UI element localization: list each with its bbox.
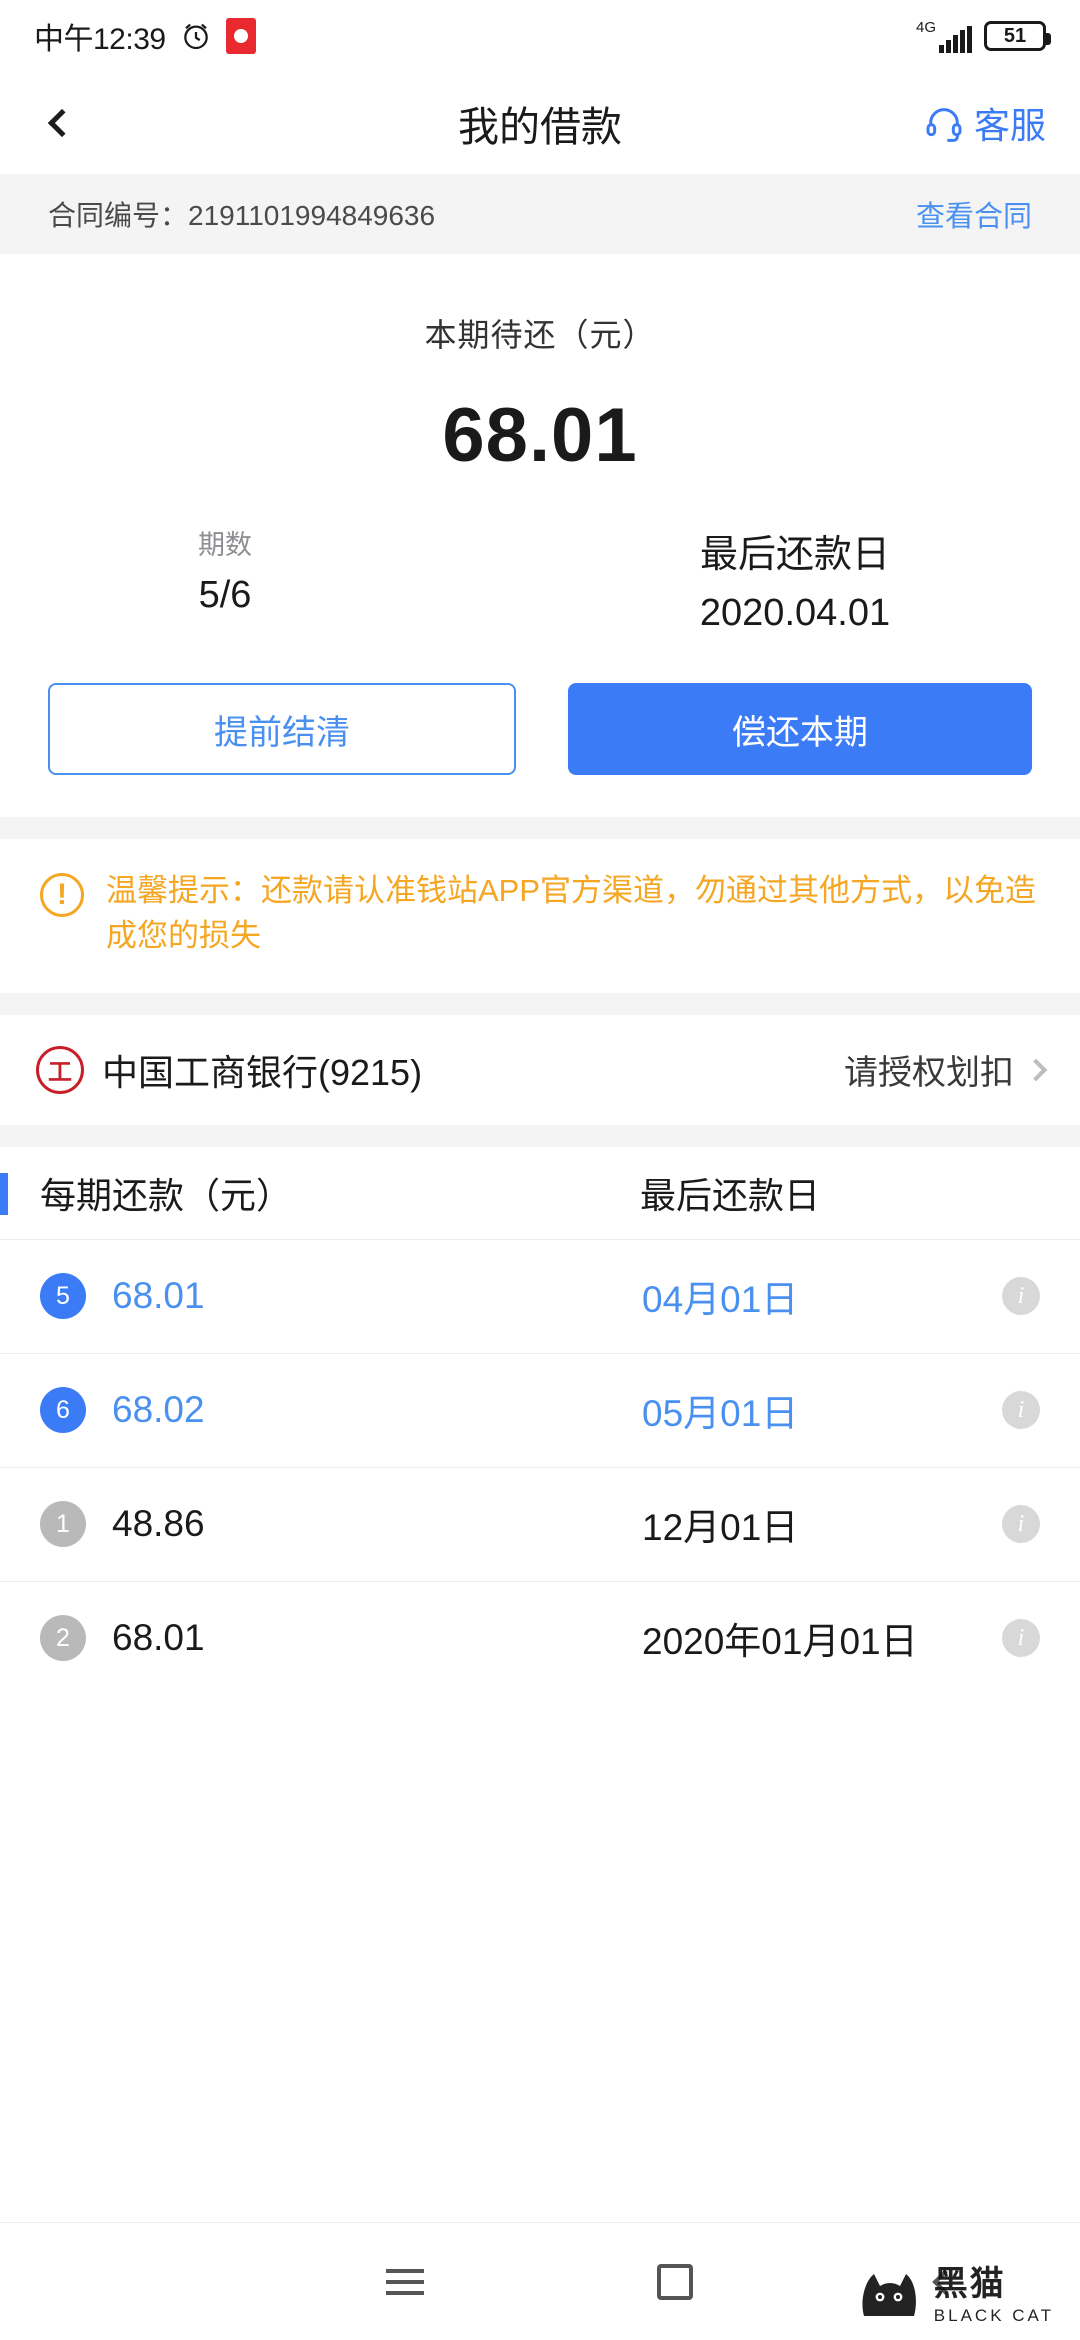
alarm-clock-icon (183, 23, 208, 50)
system-home-button[interactable] (540, 2263, 810, 2300)
back-button[interactable] (34, 95, 90, 151)
page-title: 我的借款 (458, 104, 622, 150)
home-square-icon (657, 2263, 693, 2300)
watermark-cn: 黑猫 (933, 2264, 1006, 2303)
chevron-left-icon (47, 108, 77, 138)
signal-icon: 4G (916, 20, 972, 53)
customer-service-button[interactable]: 客服 (924, 97, 1046, 149)
bank-card-row[interactable]: 工 中国工商银行(9215) 请授权划扣 (0, 1014, 1080, 1125)
period-badge: 1 (40, 1501, 86, 1548)
row-date: 2020年01月01日 (642, 1621, 918, 1663)
table-row[interactable]: 1 48.86 12月01日 i (0, 1466, 1080, 1581)
status-time: 中午12:39 (34, 23, 166, 56)
due-date-label: 最后还款日 (699, 534, 890, 576)
battery-icon: 51 (984, 21, 1051, 51)
red-app-icon (225, 18, 256, 54)
watermark-en: BLACK CAT (933, 2305, 1054, 2325)
due-date-block: 最后还款日 2020.04.01 (570, 523, 1080, 635)
bank-action[interactable]: 请授权划扣 (844, 1045, 1048, 1094)
period-block: 期数 5/6 (0, 523, 570, 635)
menu-icon (386, 2268, 424, 2295)
app-header: 我的借款 客服 (0, 72, 1080, 174)
table-row[interactable]: 6 68.02 05月01日 i (0, 1352, 1080, 1467)
view-contract-link[interactable]: 查看合同 (916, 193, 1032, 235)
row-date: 12月01日 (642, 1507, 799, 1549)
icbc-logo-icon: 工 (36, 1045, 84, 1094)
customer-service-label: 客服 (973, 105, 1046, 146)
amount-value: 68.01 (442, 393, 638, 478)
schedule-col-date: 最后还款日 (640, 1174, 821, 1216)
row-date: 04月01日 (642, 1279, 799, 1321)
amount-label: 本期待还（元） (424, 317, 656, 353)
contract-bar: 合同编号：2191101994849636 查看合同 (0, 174, 1080, 254)
warning-banner: ! 温馨提示：还款请认准钱站APP官方渠道，勿通过其他方式，以免造成您的损失 (0, 839, 1080, 993)
info-icon[interactable]: i (1002, 1277, 1040, 1316)
watermark: 黑猫 BLACK CAT (856, 2266, 1054, 2324)
repayment-schedule: 每期还款（元） 最后还款日 5 68.01 04月01日 i 6 68.02 0… (0, 1146, 1080, 1695)
status-bar: 中午12:39 4G 51 (0, 0, 1080, 72)
info-icon[interactable]: i (1002, 1619, 1040, 1658)
row-amount: 68.01 (112, 1275, 205, 1317)
due-date-value: 2020.04.01 (699, 592, 891, 634)
action-buttons: 提前结清 偿还本期 (0, 635, 1080, 817)
schedule-header: 每期还款（元） 最后还款日 (0, 1147, 1080, 1239)
period-badge: 5 (40, 1273, 86, 1320)
section-divider-2 (0, 992, 1080, 1015)
period-badge: 2 (40, 1615, 86, 1662)
row-amount: 68.01 (112, 1617, 205, 1659)
period-badge: 6 (40, 1387, 86, 1434)
system-navigation-bar: 黑猫 BLACK CAT (0, 2222, 1080, 2340)
table-row[interactable]: 2 68.01 2020年01月01日 i (0, 1580, 1080, 1695)
status-bar-right: 4G 51 (916, 20, 1051, 53)
exclamation-icon: ! (40, 873, 84, 917)
repay-current-button[interactable]: 偿还本期 (568, 683, 1032, 775)
table-row[interactable]: 5 68.01 04月01日 i (0, 1238, 1080, 1353)
section-divider-1 (0, 817, 1080, 839)
row-date: 05月01日 (642, 1393, 799, 1435)
network-type: 4G (915, 18, 936, 36)
bank-name: 中国工商银行(9215) (102, 1051, 423, 1093)
watermark-text: 黑猫 BLACK CAT (934, 2267, 1054, 2324)
status-bar-left: 中午12:39 (34, 14, 256, 58)
headset-icon (926, 108, 962, 142)
row-amount: 48.86 (112, 1503, 205, 1545)
info-icon[interactable]: i (1002, 1391, 1040, 1430)
battery-level: 51 (1003, 24, 1027, 47)
period-value: 5/6 (198, 574, 252, 616)
early-settlement-button[interactable]: 提前结清 (48, 683, 516, 775)
schedule-col-amount: 每期还款（元） (40, 1174, 293, 1216)
chevron-right-icon (1024, 1058, 1048, 1082)
contract-number: 合同编号：2191101994849636 (48, 200, 436, 231)
bank-action-label: 请授权划扣 (844, 1054, 1014, 1093)
black-cat-icon (862, 2274, 916, 2316)
summary-card: 本期待还（元） 68.01 期数 5/6 最后还款日 2020.04.01 提前… (0, 254, 1080, 817)
signal-bars (939, 25, 972, 53)
summary-meta-row: 期数 5/6 最后还款日 2020.04.01 (0, 523, 1080, 635)
bank-info: 工 中国工商银行(9215) (36, 1044, 422, 1096)
system-menu-button[interactable] (270, 2268, 540, 2295)
warning-text: 温馨提示：还款请认准钱站APP官方渠道，勿通过其他方式，以免造成您的损失 (106, 873, 1037, 953)
info-icon[interactable]: i (1002, 1505, 1040, 1544)
period-label: 期数 (198, 530, 252, 560)
section-divider-3 (0, 1124, 1080, 1147)
row-amount: 68.02 (112, 1389, 205, 1431)
